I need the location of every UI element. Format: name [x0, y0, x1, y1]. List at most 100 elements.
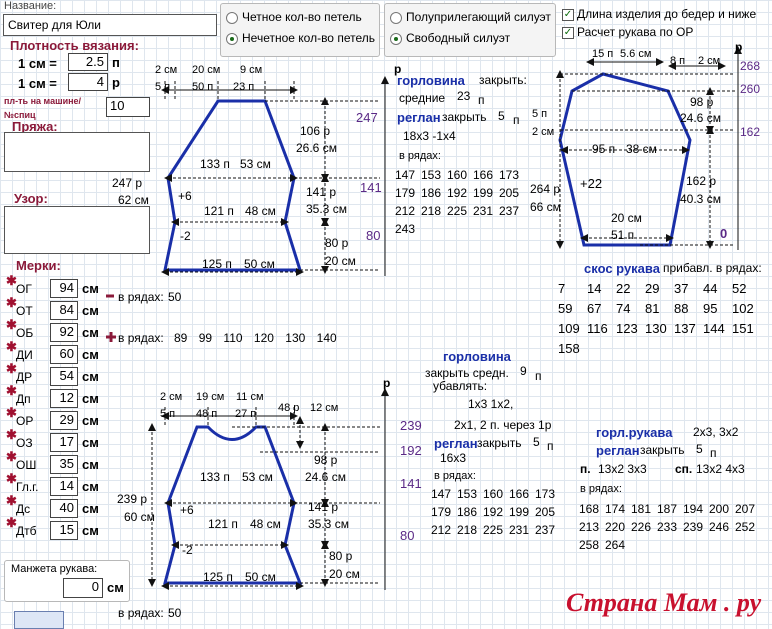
- number-cell: 102: [732, 301, 754, 316]
- number-cell: 37: [674, 281, 689, 296]
- back-top-cm-3: 9 см: [240, 64, 263, 76]
- front-row-239: 239: [400, 418, 422, 433]
- number-cell: 67: [587, 301, 602, 316]
- front-h246: 24.6 см: [305, 470, 346, 484]
- front-plus: +6: [180, 503, 194, 517]
- number-cell: 144: [703, 321, 725, 336]
- back-h2: 141 р: [306, 185, 337, 199]
- back-top-cm-1: 2 см: [155, 64, 178, 76]
- sleeve-row-260: 260: [740, 82, 761, 96]
- number-cell: 258: [579, 538, 600, 552]
- sleeve-top-cm: 5.6 см: [620, 48, 652, 60]
- back-neck-mid: средние: [399, 91, 446, 105]
- sleeve-neck-p-label: п.: [580, 462, 591, 476]
- front-w3-cm: 50 см: [245, 570, 276, 584]
- front-raglan-title: реглан: [434, 436, 478, 451]
- number-cell: 153: [457, 487, 478, 501]
- number-cell: 147: [395, 168, 416, 182]
- number-row: 179 186 192 199 205: [431, 503, 561, 521]
- front-neck-mid-unit: п: [535, 369, 542, 383]
- back-raglan-title: реглан: [397, 110, 441, 125]
- sleeve-h403: 40.3 см: [680, 192, 721, 206]
- front-row-80: 80: [400, 528, 415, 543]
- number-cell: 137: [674, 321, 696, 336]
- back-w3: 125 п: [202, 257, 232, 271]
- number-cell: 29: [645, 281, 660, 296]
- number-row: 59 67 74 81 88 95 102: [558, 299, 761, 319]
- number-row: 109 116 123 130 137 144 151: [558, 319, 761, 339]
- number-row: 212 218 225 231 237: [395, 202, 525, 220]
- number-cell: 192: [447, 186, 468, 200]
- front-w1: 133 п: [200, 470, 230, 484]
- front-top-p-2: 48 п: [196, 408, 218, 420]
- number-cell: 74: [616, 301, 631, 316]
- number-cell: 116: [587, 321, 608, 336]
- sleeve-top-cm2: 2 см: [698, 55, 721, 67]
- number-cell: 158: [558, 341, 580, 356]
- number-cell: 194: [683, 502, 704, 516]
- number-cell: 212: [431, 523, 452, 537]
- number-row: 147 153 160 166 173: [431, 485, 561, 503]
- number-cell: 237: [499, 204, 520, 218]
- back-neck-mid-val: 23: [457, 89, 471, 103]
- number-cell: 205: [535, 505, 556, 519]
- back-rows-grid: 147 153 160 166 173 179 186 192 199 205 212 218 225 2…: [395, 166, 525, 238]
- number-row: 243: [395, 220, 525, 238]
- back-inc-row: 130: [285, 331, 306, 345]
- front-bottom-val: 50: [168, 606, 182, 620]
- back-shape: [161, 76, 389, 276]
- number-cell: 44: [703, 281, 718, 296]
- sleeve-plus22: +22: [580, 176, 603, 191]
- number-cell: 218: [421, 204, 442, 218]
- front-minus: -2: [182, 543, 193, 557]
- front-dec-2: 2х1, 2 п. через 1р: [454, 418, 552, 432]
- back-w3-cm: 50 см: [244, 257, 275, 271]
- number-cell: 179: [431, 505, 452, 519]
- number-row: 258 264: [579, 536, 761, 554]
- number-cell: 226: [631, 520, 652, 534]
- back-rows-label: в рядах:: [399, 150, 441, 162]
- sleeve-neck-rows-grid: 168 174 181 187 194 200 207 213 220 226 233 239 246 2…: [579, 500, 761, 554]
- number-row: 179 186 192 199 205: [395, 184, 525, 202]
- number-cell: 153: [421, 168, 442, 182]
- number-cell: 22: [616, 281, 631, 296]
- site-watermark: Страна Мам . ру: [566, 588, 762, 617]
- number-cell: 173: [535, 487, 556, 501]
- number-cell: 174: [605, 502, 626, 516]
- front-h80: 80 р: [329, 549, 353, 563]
- sleeve-neck-rows-label: в рядах:: [580, 483, 622, 495]
- number-cell: 252: [735, 520, 756, 534]
- number-cell: 199: [473, 186, 494, 200]
- number-cell: 179: [395, 186, 416, 200]
- number-cell: 186: [457, 505, 478, 519]
- sleeve-h162: 162 р: [686, 174, 717, 188]
- number-cell: 239: [683, 520, 704, 534]
- number-cell: 123: [616, 321, 638, 336]
- sleeve-neck-title: горл.рукава: [596, 425, 673, 440]
- front-h353: 35.3 см: [308, 517, 349, 531]
- back-inc-row: 89: [174, 331, 188, 345]
- number-row: 158: [558, 339, 761, 359]
- number-cell: 225: [447, 204, 468, 218]
- front-top-p-3: 27 п: [235, 408, 257, 420]
- sleeve-neck-formula: 2х3, 3х2: [693, 425, 739, 439]
- front-top-cm-2: 19 см: [196, 391, 225, 403]
- front-neck-title: горловина: [443, 349, 511, 364]
- front-top-cm-3: 11 см: [236, 391, 264, 403]
- back-row-247: 247: [356, 110, 378, 125]
- number-cell: 166: [473, 168, 494, 182]
- number-cell: 243: [395, 222, 416, 236]
- number-cell: 237: [535, 523, 556, 537]
- front-r12: 12 см: [310, 402, 339, 414]
- sleeve-bevel-grid: 7 14 22 29 37 44 52 59 67 74 81 88 95 102 109 116 123 130…: [558, 279, 761, 359]
- back-raglan-formula: 18х3 -1х4: [403, 129, 456, 143]
- front-row-141: 141: [400, 476, 422, 491]
- number-row: 212 218 225 231 237: [431, 521, 561, 539]
- sleeve-neck-sp-label: сп.: [675, 462, 693, 476]
- sleeve-w95: 95 п: [592, 142, 616, 156]
- number-cell: 166: [509, 487, 530, 501]
- number-cell: 186: [421, 186, 442, 200]
- front-r48: 48 р: [278, 402, 300, 414]
- front-h141: 141 р: [308, 500, 339, 514]
- sleeve-top-p: 15 п: [592, 48, 614, 60]
